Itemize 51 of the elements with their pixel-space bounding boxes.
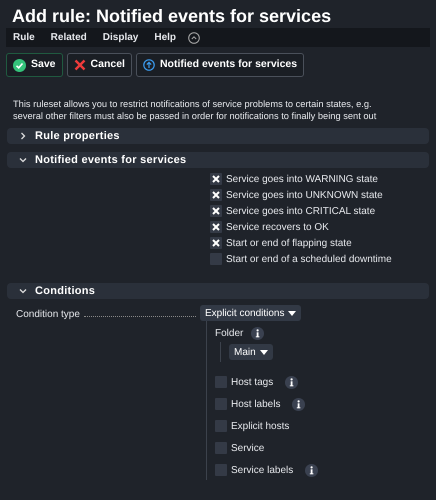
info-icon bbox=[251, 326, 264, 340]
checkbox[interactable] bbox=[215, 376, 227, 388]
checkbox-label: Service goes into UNKNOWN state bbox=[226, 188, 383, 202]
page-title: Add rule: Notified events for services bbox=[11, 5, 332, 28]
toolbar-button[interactable]: Save bbox=[6, 53, 63, 77]
description-text: several other filters must also be passed in order for notifications to finally being sent out bbox=[13, 110, 378, 122]
toolbar-button[interactable]: Notified events for services bbox=[136, 53, 304, 77]
checkbox-label: Service goes into WARNING state bbox=[226, 172, 378, 186]
arrow-up-icon bbox=[142, 59, 155, 71]
checkbox[interactable] bbox=[210, 173, 222, 185]
x-mark-icon bbox=[212, 207, 220, 215]
checkbox-label: Service goes into CRITICAL state bbox=[226, 204, 376, 218]
x-mark-icon bbox=[212, 239, 220, 247]
caret-icon bbox=[260, 350, 268, 354]
checkbox-label: Service bbox=[231, 442, 264, 456]
checkbox[interactable] bbox=[215, 398, 227, 410]
menu-item[interactable]: Related bbox=[50, 30, 87, 45]
checkbox[interactable] bbox=[210, 237, 222, 249]
menu-item[interactable]: Help bbox=[154, 30, 176, 45]
checkbox[interactable] bbox=[215, 442, 227, 454]
section-header[interactable]: Conditions bbox=[7, 283, 429, 299]
checkbox-label: Start or end of a scheduled downtime bbox=[226, 252, 392, 266]
condition-type-dropdown[interactable]: Explicit conditions bbox=[200, 305, 302, 321]
description-text: This ruleset allows you to restrict notifications of service problems to certain states, e.g. bbox=[13, 98, 373, 110]
check-icon bbox=[13, 58, 26, 72]
x-mark-icon bbox=[212, 175, 220, 183]
checkbox[interactable] bbox=[210, 221, 222, 233]
section-header[interactable]: Rule properties bbox=[7, 128, 429, 144]
close-icon bbox=[74, 59, 86, 71]
field-label: Condition type bbox=[16, 308, 80, 322]
field-label: Folder bbox=[215, 326, 244, 340]
checkbox[interactable] bbox=[210, 205, 222, 217]
section-header[interactable]: Notified events for services bbox=[7, 152, 429, 168]
checkbox[interactable] bbox=[215, 464, 227, 476]
checkbox-label: Start or end of flapping state bbox=[226, 236, 352, 250]
checkbox-label: Service labels bbox=[231, 464, 294, 478]
checkbox[interactable] bbox=[210, 189, 222, 201]
x-mark-icon bbox=[212, 223, 220, 231]
collapse-icon[interactable] bbox=[188, 32, 200, 44]
menu-item[interactable]: Display bbox=[102, 30, 138, 45]
checkbox[interactable] bbox=[210, 253, 222, 265]
checkbox-label: Host tags bbox=[231, 376, 274, 390]
menu-item[interactable]: Rule bbox=[13, 30, 35, 45]
checkbox-label: Host labels bbox=[231, 398, 280, 412]
checkbox-label: Service recovers to OK bbox=[226, 220, 329, 234]
toolbar-button[interactable]: Cancel bbox=[66, 53, 132, 77]
checkbox[interactable] bbox=[215, 420, 227, 432]
checkbox-label: Explicit hosts bbox=[231, 420, 290, 434]
x-mark-icon bbox=[212, 191, 220, 199]
caret-icon bbox=[288, 310, 296, 316]
folder-dropdown[interactable]: Main bbox=[229, 344, 273, 360]
